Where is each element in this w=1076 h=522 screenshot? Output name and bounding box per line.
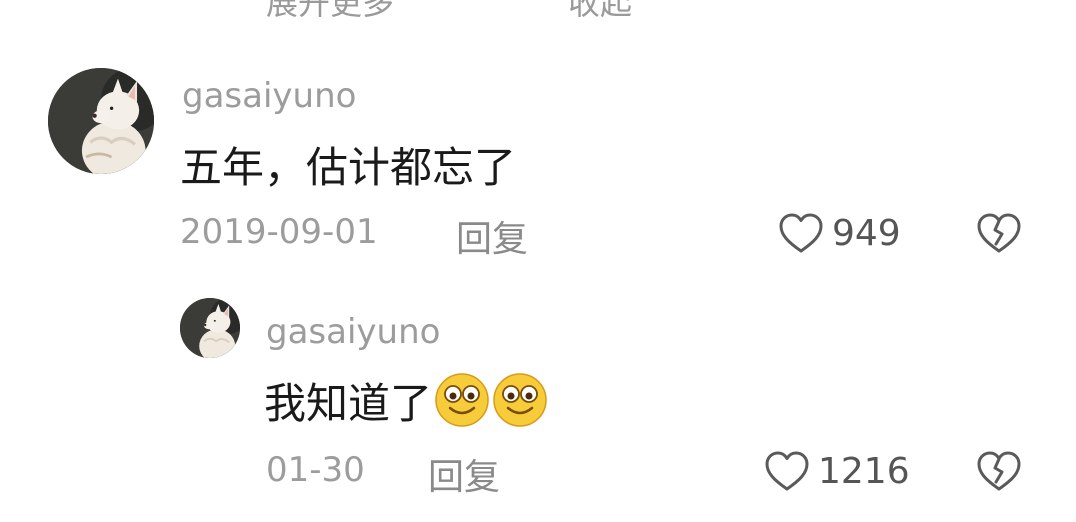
comment-username[interactable]: gasaiyuno	[182, 76, 356, 116]
reply-date: 01-30	[266, 450, 365, 490]
reply-like-button[interactable]: 1216	[764, 446, 910, 496]
previous-collapse-link[interactable]: 收起	[568, 0, 632, 24]
cat-avatar-icon	[180, 298, 240, 358]
reply-avatar[interactable]	[180, 298, 240, 358]
reply-text-row: 我知道了	[264, 370, 548, 430]
comment-dislike-button[interactable]	[976, 212, 1022, 258]
broken-heart-icon	[976, 213, 1022, 258]
heart-icon	[764, 450, 810, 492]
reply-text: 我知道了	[264, 378, 433, 428]
reply-reply-button[interactable]: 回复	[428, 448, 500, 500]
reply-dislike-button[interactable]	[976, 450, 1022, 496]
comment-date: 2019-09-01	[180, 212, 378, 252]
cat-avatar-icon	[48, 68, 154, 174]
reply-username[interactable]: gasaiyuno	[266, 312, 440, 352]
comment-reply-button[interactable]: 回复	[456, 210, 528, 262]
reply-like-count: 1216	[818, 450, 910, 492]
comment-like-count: 949	[832, 212, 901, 254]
comment-like-button[interactable]: 949	[778, 208, 901, 258]
previous-expand-link[interactable]: 展开更多	[266, 0, 394, 24]
smiling-face-emoji	[492, 372, 548, 428]
comment-text: 五年，估计都忘了	[180, 142, 517, 192]
smiling-face-emoji	[434, 372, 490, 428]
broken-heart-icon	[976, 451, 1022, 496]
avatar[interactable]	[48, 68, 154, 174]
heart-icon	[778, 212, 824, 254]
